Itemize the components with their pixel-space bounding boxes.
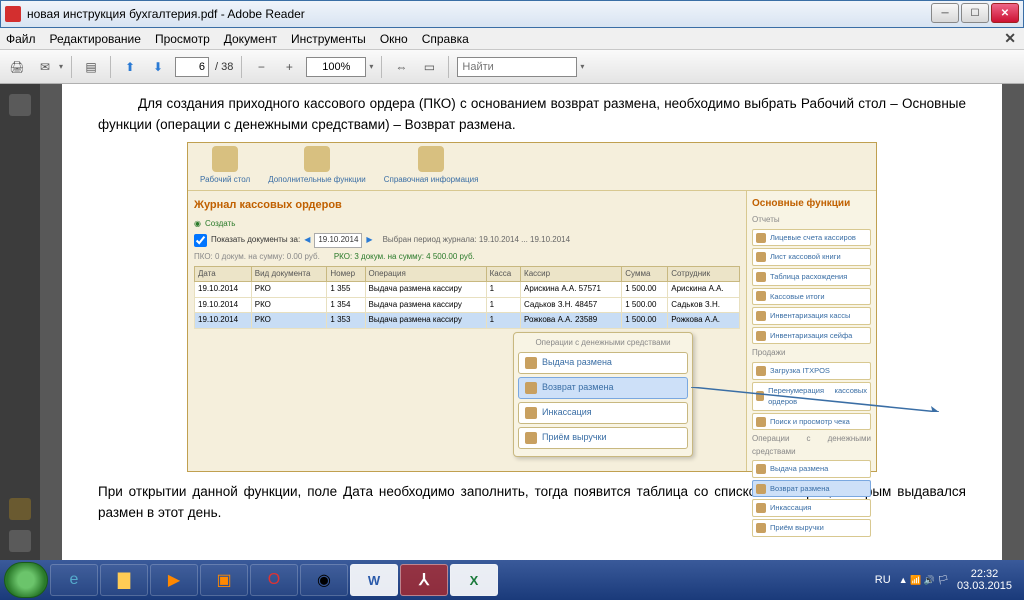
window-title: новая инструкция бухгалтерия.pdf - Adobe… — [27, 7, 305, 21]
taskbar-reader-icon[interactable]: ⅄ — [400, 564, 448, 596]
menu-file[interactable]: Файл — [6, 32, 36, 46]
paragraph-1: Для создания приходного кассового ордера… — [98, 94, 966, 136]
next-page-icon[interactable]: ⬇ — [147, 56, 169, 78]
maximize-button[interactable]: ☐ — [961, 3, 989, 23]
taskbar-ie-icon[interactable]: e — [50, 564, 98, 596]
attachments-panel-icon[interactable] — [9, 530, 31, 552]
pages-panel-icon[interactable] — [9, 94, 31, 116]
taskbar-word-icon[interactable]: W — [350, 564, 398, 596]
menu-tools[interactable]: Инструменты — [291, 32, 366, 46]
fit-width-icon[interactable]: ⇔ — [390, 56, 412, 78]
tray-lang[interactable]: RU — [875, 574, 891, 586]
close-button[interactable]: ✕ — [991, 3, 1019, 23]
doc-close-icon[interactable]: ✕ — [1004, 30, 1016, 47]
taskbar-media-icon[interactable]: ▶ — [150, 564, 198, 596]
minimize-button[interactable]: ─ — [931, 3, 959, 23]
menu-bar: Файл Редактирование Просмотр Документ Ин… — [0, 28, 1024, 50]
tray-icons[interactable]: ▲ 📶 🔊 🏳 — [899, 575, 949, 586]
sidebar — [0, 84, 40, 560]
window-titlebar: новая инструкция бухгалтерия.pdf - Adobe… — [0, 0, 1024, 28]
prev-page-icon[interactable]: ⬆ — [119, 56, 141, 78]
find-input[interactable] — [457, 57, 577, 77]
taskbar-excel-icon[interactable]: X — [450, 564, 498, 596]
taskbar-explorer-icon[interactable]: ▇ — [100, 564, 148, 596]
menu-window[interactable]: Окно — [380, 32, 408, 46]
document-viewport[interactable]: Для создания приходного кассового ордера… — [40, 84, 1024, 560]
menu-view[interactable]: Просмотр — [155, 32, 210, 46]
zoom-in-icon[interactable]: + — [278, 56, 300, 78]
emb-help-button: Справочная информация — [384, 146, 479, 186]
tray-clock[interactable]: 22:32 03.03.2015 — [957, 568, 1012, 592]
emb-journal-title: Журнал кассовых ордеров — [194, 197, 740, 214]
print-icon[interactable]: 🖨 — [6, 56, 28, 78]
emb-table: ДатаВид документаНомерОперацияКассаКасси… — [194, 266, 740, 329]
page-thumbs-icon[interactable]: ▤ — [80, 56, 102, 78]
email-icon[interactable]: ✉ — [34, 56, 56, 78]
start-button[interactable] — [4, 562, 48, 598]
page-input[interactable] — [175, 57, 209, 77]
emb-popup: Операции с денежными средствами Выдача р… — [513, 332, 693, 457]
menu-document[interactable]: Документ — [224, 32, 277, 46]
menu-help[interactable]: Справка — [422, 32, 469, 46]
emb-functions-panel: Основные функции Отчеты Лицевые счета ка… — [746, 191, 876, 471]
zoom-input[interactable] — [306, 57, 366, 77]
taskbar-chrome-icon[interactable]: ◉ — [300, 564, 348, 596]
toolbar: 🖨 ✉▾ ▤ ⬆ ⬇ / 38 − + ▾ ⇔ ▭ ▾ — [0, 50, 1024, 84]
taskbar: e ▇ ▶ ▣ O ◉ W ⅄ X RU ▲ 📶 🔊 🏳 22:32 03.03… — [0, 560, 1024, 600]
fit-page-icon[interactable]: ▭ — [418, 56, 440, 78]
comments-panel-icon[interactable] — [9, 498, 31, 520]
emb-create-label: Создать — [205, 218, 235, 230]
emb-extra-button: Дополнительные функции — [268, 146, 365, 186]
embedded-screenshot: Рабочий стол Дополнительные функции Спра… — [187, 142, 877, 472]
zoom-out-icon[interactable]: − — [250, 56, 272, 78]
emb-desktop-button: Рабочий стол — [200, 146, 250, 186]
taskbar-opera-icon[interactable]: O — [250, 564, 298, 596]
page-content: Для создания приходного кассового ордера… — [62, 84, 1002, 560]
taskbar-lync-icon[interactable]: ▣ — [200, 564, 248, 596]
menu-edit[interactable]: Редактирование — [50, 32, 141, 46]
pdf-icon — [5, 6, 21, 22]
page-total: / 38 — [215, 61, 233, 73]
